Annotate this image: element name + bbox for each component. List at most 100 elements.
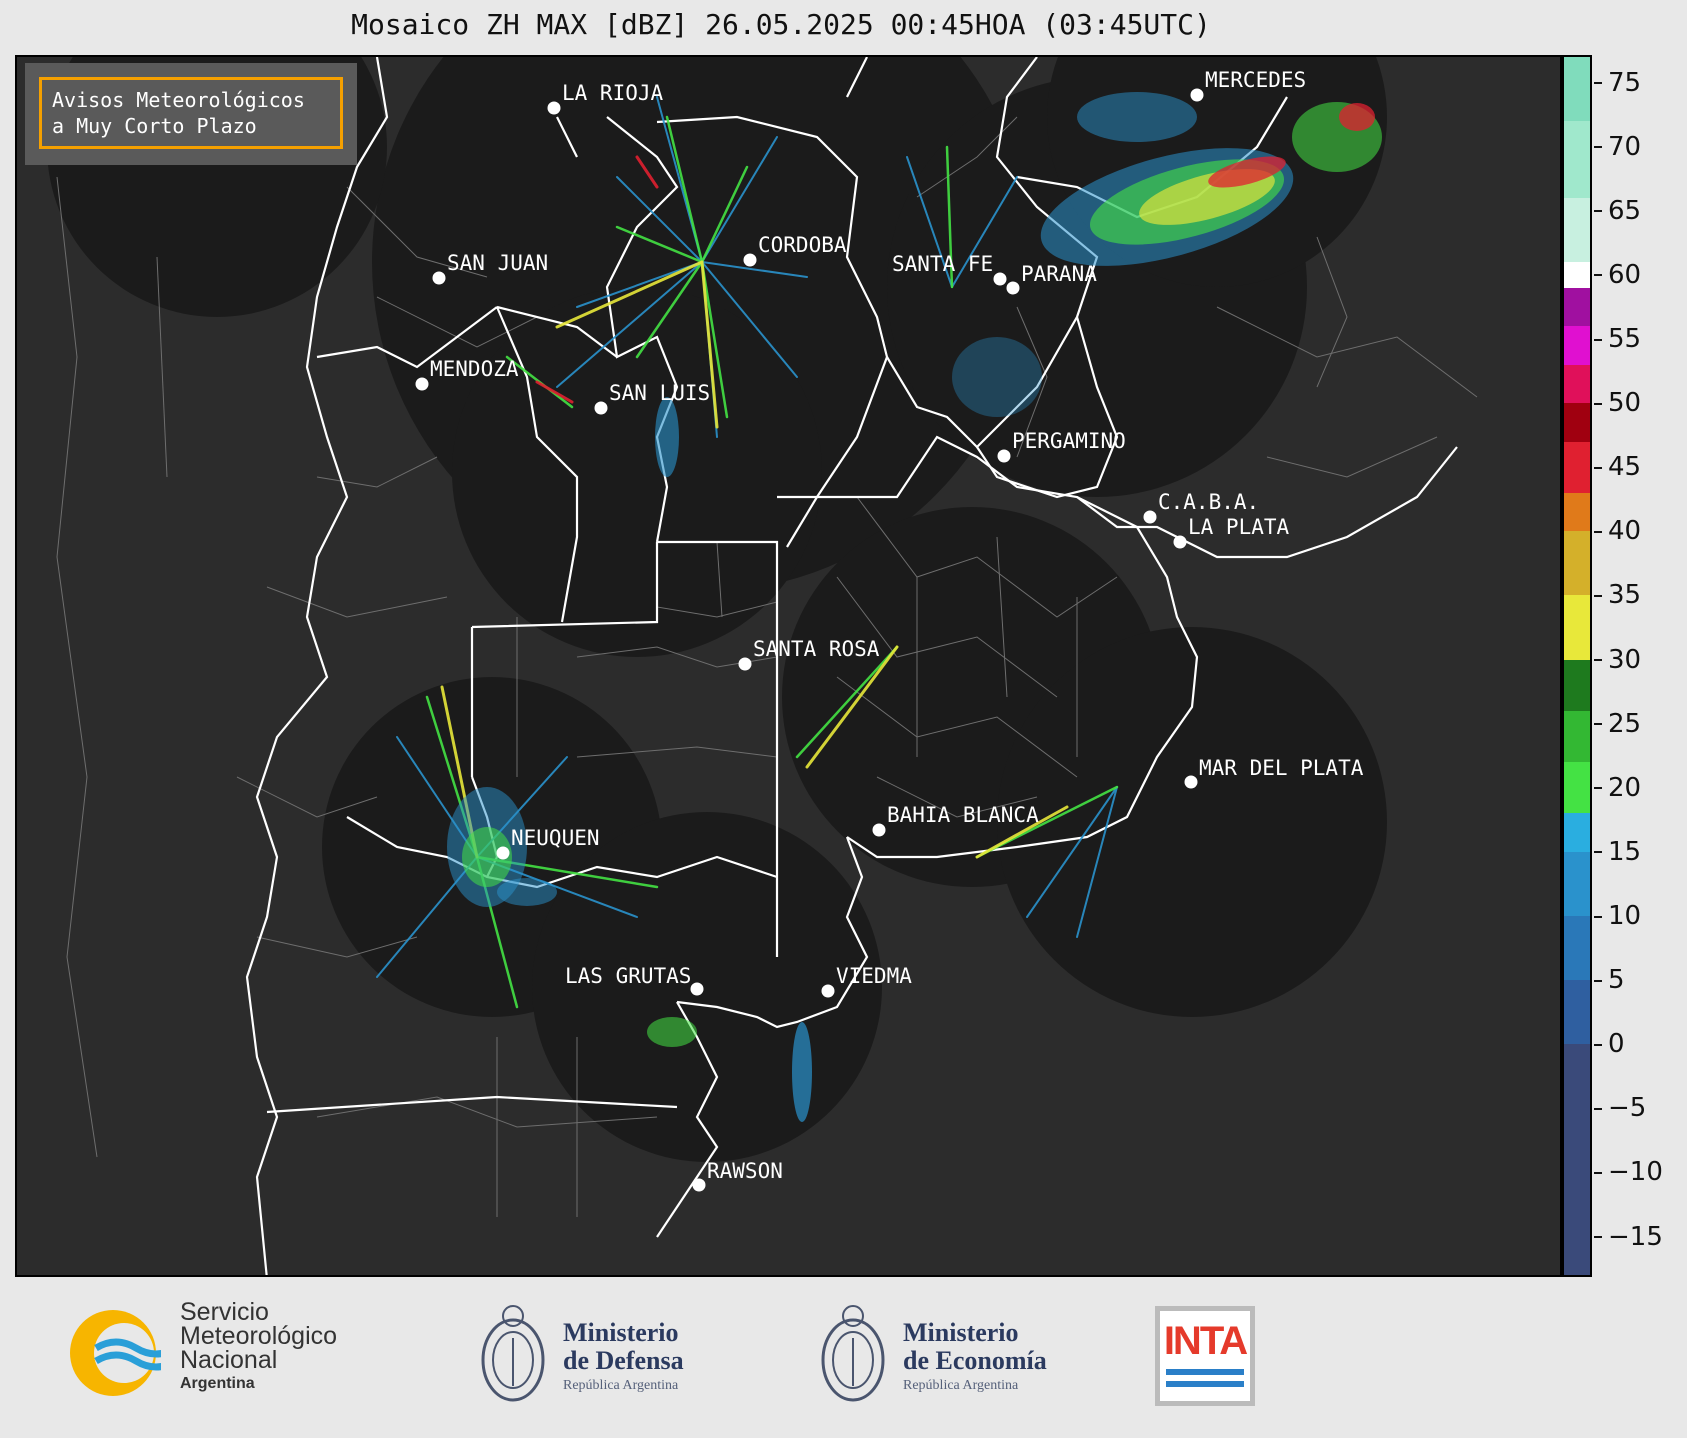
dbz-colorbar: [1562, 55, 1592, 1277]
city-dot-rawson: [692, 1178, 706, 1192]
city-dot-parana: [1006, 281, 1020, 295]
inta-stripe-1: [1166, 1369, 1244, 1375]
city-dot-mercedes: [1190, 88, 1204, 102]
colorbar-tick-label: 75: [1594, 68, 1641, 98]
colorbar-tick-label: 70: [1594, 132, 1641, 162]
economia-line-2: de Economía: [903, 1346, 1047, 1375]
colorbar-tick-label: 20: [1594, 773, 1641, 803]
colorbar-segment: [1564, 851, 1590, 916]
colorbar-segment: [1564, 403, 1590, 442]
ministerio-economia-logo: Ministerio de Economía República Argenti…: [818, 1298, 1047, 1417]
city-dot-bahia-blanca: [872, 823, 886, 837]
city-label-cordoba: CORDOBA: [758, 233, 847, 257]
colorbar-tick-label: 0: [1594, 1029, 1625, 1059]
city-dot-viedma: [821, 984, 835, 998]
colorbar-segment: [1564, 57, 1590, 122]
colorbar-tick-label: 35: [1594, 580, 1641, 610]
smn-logo-icon: [70, 1310, 161, 1396]
city-dot-caba: [1143, 510, 1157, 524]
ministerio-defensa-logo: Ministerio de Defensa República Argentin…: [478, 1298, 684, 1417]
colorbar-segment: [1564, 916, 1590, 981]
city-label-bahia-blanca: BAHIA BLANCA: [887, 803, 1039, 827]
city-label-mar-del-plata: MAR DEL PLATA: [1199, 756, 1364, 780]
city-label-mendoza: MENDOZA: [430, 357, 519, 381]
city-label-san-juan: SAN JUAN: [447, 251, 548, 275]
smn-line-2: Meteorológico: [180, 1322, 338, 1350]
colorbar-segment: [1564, 287, 1590, 327]
city-label-santa-fe: SANTA FE: [892, 252, 993, 276]
colorbar-segment: [1564, 531, 1590, 596]
city-label-santa-rosa: SANTA ROSA: [753, 637, 880, 661]
defensa-line-2: de Defensa: [563, 1346, 684, 1375]
city-label-viedma: VIEDMA: [836, 964, 912, 988]
city-dot-las-grutas: [690, 982, 704, 996]
colorbar-tick-label: 45: [1594, 452, 1641, 482]
city-dot-cordoba: [743, 253, 757, 267]
defensa-line-1: Ministerio: [563, 1318, 679, 1347]
colorbar-tick-label: −15: [1594, 1222, 1663, 1252]
city-label-parana: PARANA: [1021, 262, 1097, 286]
colorbar-segment: [1564, 198, 1590, 263]
radar-map[interactable]: LA RIOJA MERCEDES CORDOBA SAN JUAN SANTA…: [15, 55, 1562, 1277]
colorbar-ticks: 75 70 65 60 55 50 45 40 35 30 25 20 15 10 5 0 −5 −10 −15: [1594, 55, 1684, 1277]
smn-line-3: Nacional: [180, 1346, 278, 1374]
city-dot-san-juan: [432, 271, 446, 285]
colorbar-tick-label: 40: [1594, 516, 1641, 546]
city-dot-mar-del-plata: [1184, 775, 1198, 789]
colorbar-segment: [1564, 492, 1590, 532]
warning-panel-frame: Avisos Meteorológicos a Muy Corto Plazo: [39, 77, 343, 149]
city-label-neuquen: NEUQUEN: [511, 826, 600, 850]
defensa-line-3: República Argentina: [563, 1378, 679, 1393]
city-dot-neuquen: [496, 846, 510, 860]
colorbar-tick-label: −5: [1594, 1093, 1646, 1123]
colorbar-segment: [1564, 762, 1590, 814]
colorbar-segment: [1564, 659, 1590, 711]
city-dot-santa-fe: [993, 272, 1007, 286]
colorbar-segment: [1564, 262, 1590, 288]
city-label-la-rioja: LA RIOJA: [562, 81, 664, 105]
warning-line-1: Avisos Meteorológicos: [52, 88, 305, 112]
colorbar-tick-label: 60: [1594, 260, 1641, 290]
city-label-rawson: RAWSON: [707, 1159, 783, 1183]
footer-logos: Servicio Meteorológico Nacional Argentin…: [0, 1280, 1687, 1438]
radar-coverage-sanluis: [452, 287, 822, 657]
city-dot-mendoza: [415, 377, 429, 391]
colorbar-tick-label: 55: [1594, 324, 1641, 354]
economia-line-1: Ministerio: [903, 1318, 1019, 1347]
city-dot-la-plata: [1173, 535, 1187, 549]
smn-line-4: Argentina: [180, 1375, 255, 1392]
smn-line-1: Servicio: [180, 1298, 269, 1326]
colorbar-segment: [1564, 710, 1590, 763]
colorbar-segment: [1564, 326, 1590, 365]
colorbar-segment: [1564, 1044, 1590, 1275]
colorbar-tick-label: 25: [1594, 709, 1641, 739]
city-label-la-plata: LA PLATA: [1188, 515, 1290, 539]
colorbar-segment: [1564, 364, 1590, 404]
city-dot-la-rioja: [547, 101, 561, 115]
warning-line-2: a Muy Corto Plazo: [52, 114, 257, 138]
colorbar-segment: [1564, 980, 1590, 1045]
city-label-pergamino: PERGAMINO: [1012, 429, 1126, 453]
economia-line-3: República Argentina: [903, 1378, 1019, 1393]
colorbar-tick-label: 10: [1594, 901, 1641, 931]
map-canvas: LA RIOJA MERCEDES CORDOBA SAN JUAN SANTA…: [17, 57, 1560, 1275]
colorbar-segment: [1564, 441, 1590, 493]
colorbar-tick-label: 15: [1594, 837, 1641, 867]
colorbar-tick-label: 30: [1594, 645, 1641, 675]
national-seal-icon: [481, 1305, 545, 1402]
radar-coverage-mardelplata: [997, 627, 1387, 1017]
smn-logo-text: Servicio Meteorológico Nacional Argentin…: [180, 1300, 337, 1396]
colorbar-tick-label: 65: [1594, 196, 1641, 226]
colorbar-segment: [1564, 121, 1590, 199]
national-seal-icon: [821, 1305, 885, 1402]
warning-panel[interactable]: Avisos Meteorológicos a Muy Corto Plazo: [25, 63, 357, 165]
colorbar-segment: [1564, 595, 1590, 660]
colorbar-tick-label: 50: [1594, 388, 1641, 418]
city-label-las-grutas: LAS GRUTAS: [565, 964, 691, 988]
city-dot-santa-rosa: [738, 657, 752, 671]
colorbar-tick-label: −10: [1594, 1157, 1663, 1187]
colorbar-tick-label: 5: [1594, 965, 1625, 995]
inta-stripe-2: [1166, 1381, 1244, 1387]
city-label-caba: C.A.B.A.: [1158, 490, 1259, 514]
inta-logo: INTA: [1155, 1306, 1255, 1406]
